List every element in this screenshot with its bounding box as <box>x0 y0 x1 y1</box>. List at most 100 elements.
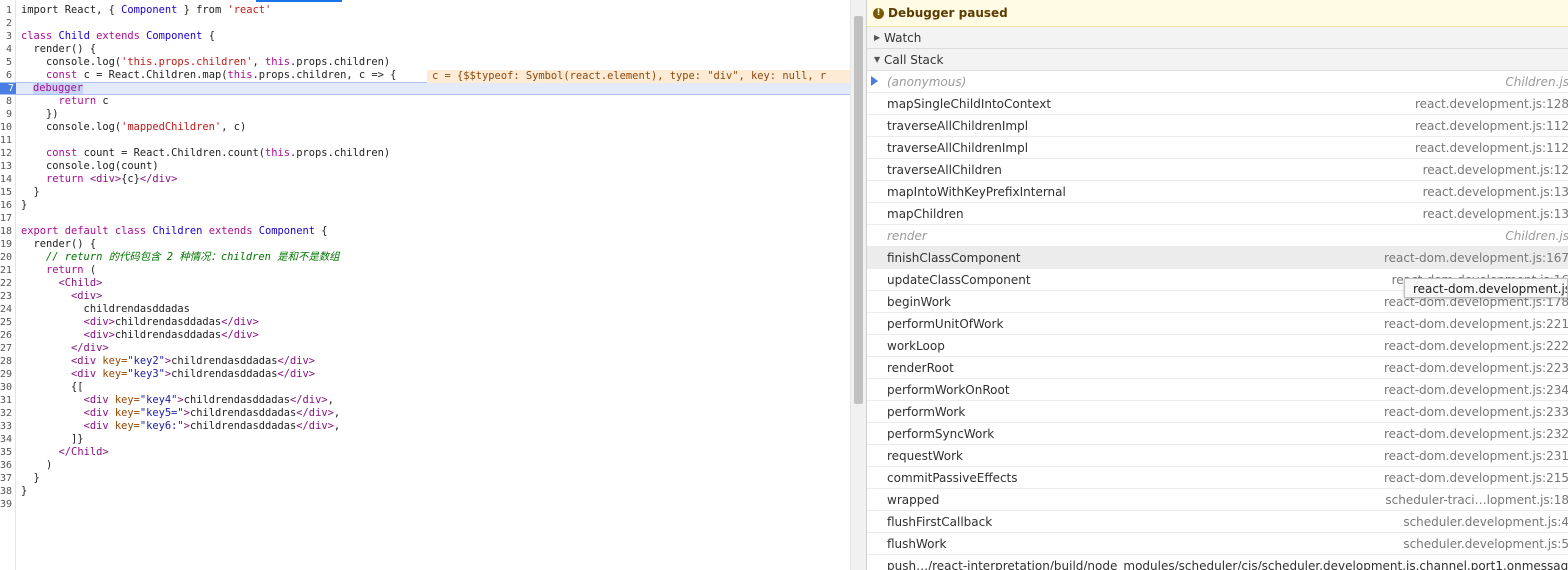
frame-location-link[interactable]: react-dom.development.js:215 <box>1384 471 1568 485</box>
code-line[interactable]: 17 <box>0 212 850 225</box>
line-number[interactable]: 27 <box>0 342 12 355</box>
code-line[interactable]: 30 {[ <box>0 381 850 394</box>
frame-location-link[interactable]: scheduler.development.js:5 <box>1403 537 1568 551</box>
call-stack-frame[interactable]: finishClassComponent react-dom.developmen… <box>867 247 1568 269</box>
code-line[interactable]: 34 ]} <box>0 433 850 446</box>
line-number[interactable]: 26 <box>0 329 12 342</box>
frame-location-link[interactable]: react-dom.development.js:233 <box>1384 405 1568 419</box>
call-stack-pane-header[interactable]: ▼ Call Stack <box>867 49 1568 71</box>
code-line[interactable]: 21 return ( <box>0 264 850 277</box>
line-number[interactable]: 39 <box>0 498 12 511</box>
line-number[interactable]: 30 <box>0 381 12 394</box>
code-line[interactable]: 22 <Child> <box>0 277 850 290</box>
line-number[interactable]: 33 <box>0 420 12 433</box>
call-stack-frame[interactable]: flushFirstCallback scheduler.development.… <box>867 511 1568 533</box>
code-line[interactable]: 9 }) <box>0 108 850 121</box>
frame-location-link[interactable]: react-dom.development.js:221 <box>1384 317 1568 331</box>
source-editor[interactable]: 1 import React, { Component } from 'react… <box>0 0 866 570</box>
frame-location-link[interactable]: react.development.js:12 <box>1423 163 1568 177</box>
line-number[interactable]: 15 <box>0 186 12 199</box>
line-number[interactable]: 23 <box>0 290 12 303</box>
code-line[interactable]: 35 </Child> <box>0 446 850 459</box>
code-line[interactable]: 24 childrendasddadas <box>0 303 850 316</box>
code-line[interactable]: 14 return <div>{c}</div> <box>0 173 850 186</box>
code-line[interactable]: 36 ) <box>0 459 850 472</box>
call-stack-frame[interactable]: traverseAllChildren react.development.js:… <box>867 159 1568 181</box>
call-stack-frame[interactable]: mapIntoWithKeyPrefixInternal react.develo… <box>867 181 1568 203</box>
line-number[interactable]: 20 <box>0 251 12 264</box>
frame-location-link[interactable]: scheduler.development.js:4 <box>1403 515 1568 529</box>
line-number[interactable]: 21 <box>0 264 12 277</box>
frame-location-link[interactable]: react.development.js:128 <box>1415 97 1568 111</box>
code-line[interactable]: 33 <div key="key6:">childrendasddadas</d… <box>0 420 850 433</box>
code-line[interactable]: 31 <div key="key4">childrendasddadas</di… <box>0 394 850 407</box>
call-stack-frame[interactable]: commitPassiveEffects react-dom.developmen… <box>867 467 1568 489</box>
line-number[interactable]: 5 <box>0 56 12 69</box>
line-number[interactable]: 2 <box>0 17 12 30</box>
call-stack-frame[interactable]: workLoop react-dom.development.js:222 <box>867 335 1568 357</box>
code-line[interactable]: 3 class Child extends Component { <box>0 30 850 43</box>
line-number[interactable]: 36 <box>0 459 12 472</box>
line-number[interactable]: 10 <box>0 121 12 134</box>
call-stack-frame[interactable]: mapChildren react.development.js:13 <box>867 203 1568 225</box>
code-line[interactable]: 23 <div> <box>0 290 850 303</box>
line-number[interactable]: 12 <box>0 147 12 160</box>
code-line[interactable]: 1 import React, { Component } from 'react… <box>0 4 850 17</box>
code-line[interactable]: 10 console.log('mappedChildren', c) <box>0 121 850 134</box>
call-stack-frame[interactable]: mapSingleChildIntoContext react.developme… <box>867 93 1568 115</box>
frame-location-link[interactable]: react-dom.development.js:231 <box>1384 449 1568 463</box>
code-line[interactable]: 16} <box>0 199 850 212</box>
frame-location-link[interactable]: react-dom.development.js:167 <box>1384 251 1568 265</box>
line-number[interactable]: 11 <box>0 134 12 147</box>
line-number[interactable]: 16 <box>0 199 12 212</box>
call-stack-frame[interactable]: flushWork scheduler.development.js:5 <box>867 533 1568 555</box>
line-number[interactable]: 22 <box>0 277 12 290</box>
frame-location-link[interactable]: react.development.js:13 <box>1423 207 1568 221</box>
line-number[interactable]: 14 <box>0 173 12 186</box>
call-stack-frame[interactable]: wrapped scheduler-traci…lopment.js:18 <box>867 489 1568 511</box>
editor-scroll-thumb[interactable] <box>854 16 863 404</box>
line-number[interactable]: 7 <box>0 83 16 94</box>
code-line[interactable]: 15 } <box>0 186 850 199</box>
line-number[interactable]: 28 <box>0 355 12 368</box>
call-stack-frame[interactable]: renderRoot react-dom.development.js:223 <box>867 357 1568 379</box>
line-number[interactable]: 8 <box>0 95 12 108</box>
line-number[interactable]: 3 <box>0 30 12 43</box>
frame-location-link[interactable]: react.development.js:13 <box>1423 185 1568 199</box>
line-number[interactable]: 32 <box>0 407 12 420</box>
call-stack-frame[interactable]: traverseAllChildrenImpl react.development… <box>867 137 1568 159</box>
code-line[interactable]: 37 } <box>0 472 850 485</box>
frame-location-link[interactable]: Children.js <box>1505 229 1568 243</box>
line-number[interactable]: 38 <box>0 485 12 498</box>
current-execution-line[interactable]: 7 debugger <box>0 82 850 95</box>
frame-location-link[interactable]: Children.js <box>1505 75 1568 89</box>
code-line[interactable]: 18 export default class Children extends … <box>0 225 850 238</box>
frame-location-link[interactable]: react-dom.development.js:223 <box>1384 361 1568 375</box>
call-stack-frame[interactable]: performUnitOfWork react-dom.development.j… <box>867 313 1568 335</box>
line-number[interactable]: 13 <box>0 160 12 173</box>
code-line[interactable]: 13 console.log(count) <box>0 160 850 173</box>
code-line[interactable]: 5 console.log('this.props.children', thi… <box>0 56 850 69</box>
code-line[interactable]: 25 <div>childrendasddadas</div> <box>0 316 850 329</box>
code-line[interactable]: 12 const count = React.Children.count(th… <box>0 147 850 160</box>
code-line[interactable]: 8 return c <box>0 95 850 108</box>
frame-location-link[interactable]: react.development.js:112 <box>1415 119 1568 133</box>
line-number[interactable]: 4 <box>0 43 12 56</box>
line-number[interactable]: 37 <box>0 472 12 485</box>
watch-pane-header[interactable]: ▶ Watch <box>867 27 1568 49</box>
frame-location-link[interactable]: react-dom.development.js:234 <box>1384 383 1568 397</box>
code-line[interactable]: 19 render() { <box>0 238 850 251</box>
line-number[interactable]: 19 <box>0 238 12 251</box>
line-number[interactable]: 17 <box>0 212 12 225</box>
frame-location-link[interactable]: react-dom.development.js:222 <box>1384 339 1568 353</box>
call-stack-frame[interactable]: performWorkOnRoot react-dom.development.j… <box>867 379 1568 401</box>
code-line[interactable]: 4 render() { <box>0 43 850 56</box>
code-line[interactable]: 27 </div> <box>0 342 850 355</box>
code-line[interactable]: 2 <box>0 17 850 30</box>
frame-location-link[interactable]: scheduler-traci…lopment.js:18 <box>1385 493 1568 507</box>
code-line[interactable]: 11 <box>0 134 850 147</box>
call-stack-frame[interactable]: requestWork react-dom.development.js:231 <box>867 445 1568 467</box>
line-number[interactable]: 35 <box>0 446 12 459</box>
code-line[interactable]: 20 // return 的代码包含 2 种情况：children 是和不是数组 <box>0 251 850 264</box>
line-number[interactable]: 29 <box>0 368 12 381</box>
